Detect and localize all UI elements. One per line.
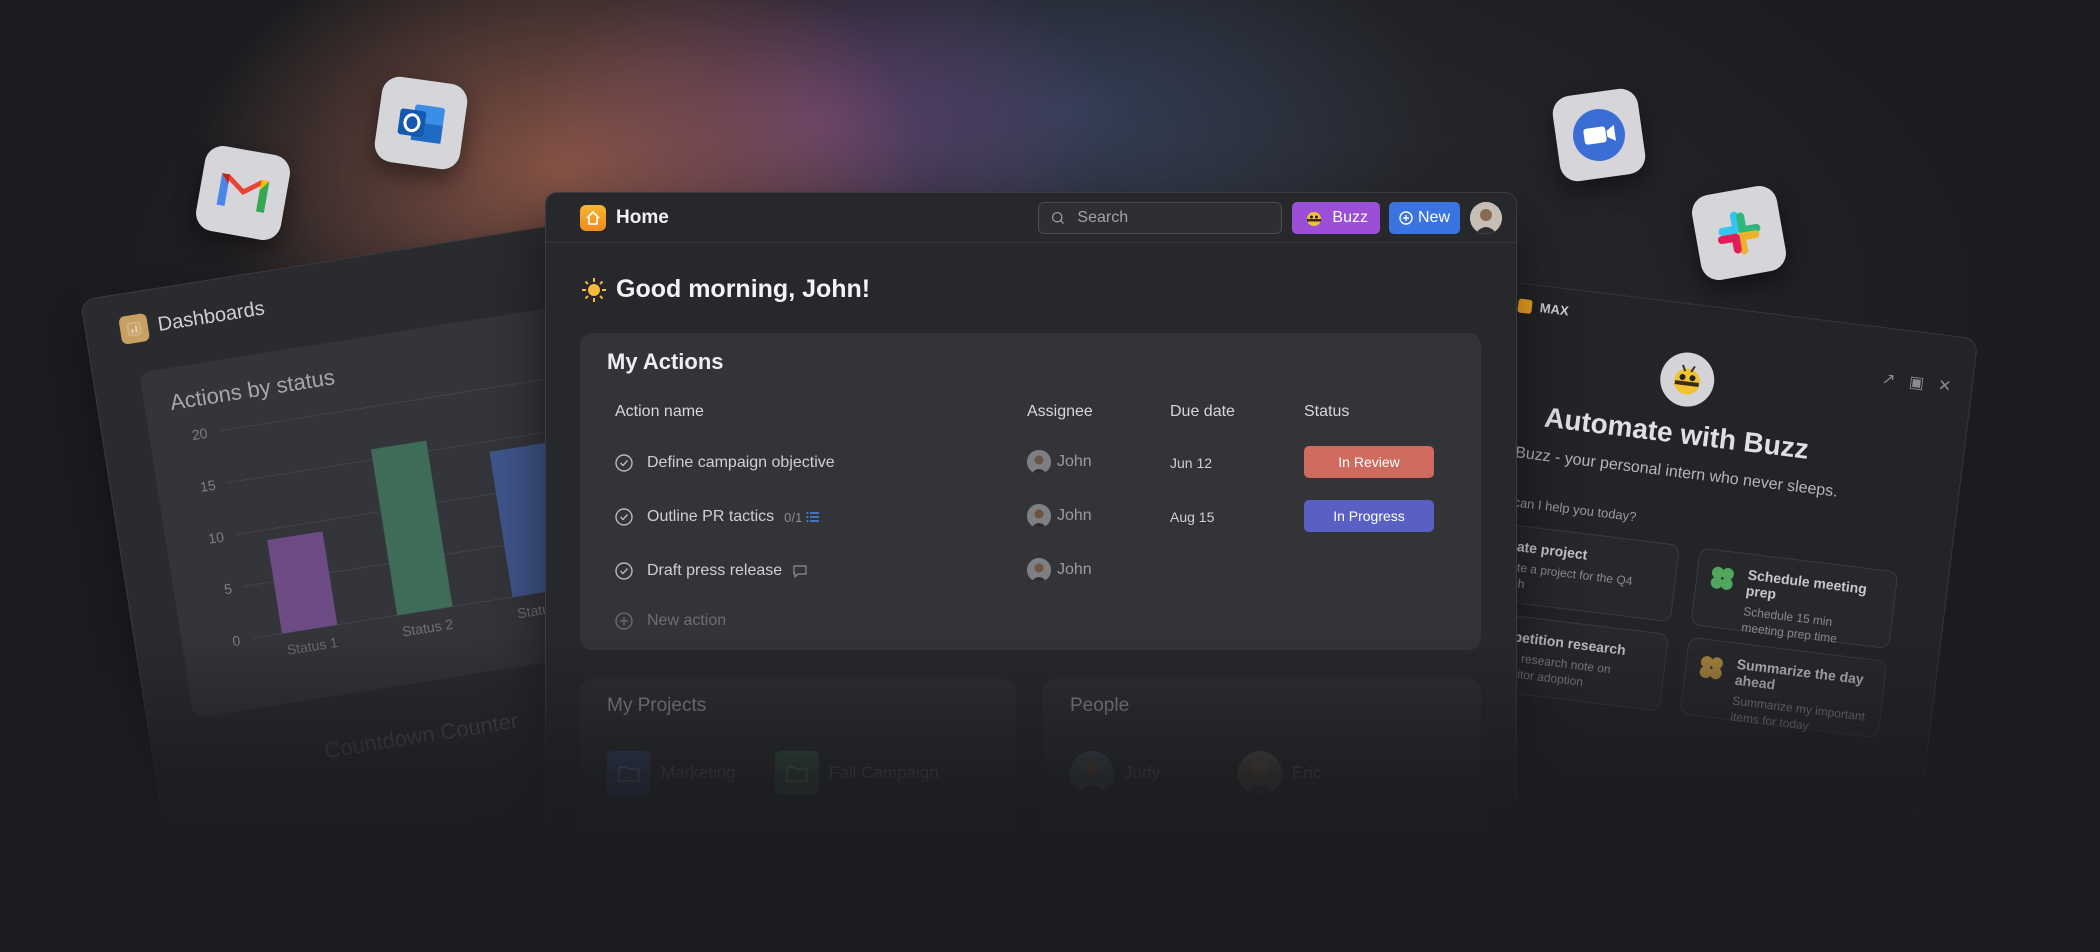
assignee[interactable]: John — [1027, 558, 1092, 582]
action-name[interactable]: Draft press release — [647, 562, 782, 580]
home-icon — [580, 204, 606, 231]
avatar — [1027, 450, 1051, 474]
due-date[interactable]: Aug 15 — [1170, 509, 1214, 525]
column-header-assignee[interactable]: Assignee — [1027, 403, 1093, 421]
y-tick-label: 15 — [199, 477, 217, 495]
y-tick-label: 10 — [207, 528, 225, 546]
bar[interactable] — [370, 440, 453, 616]
slack-icon — [1689, 183, 1789, 283]
person-name: Eric — [1292, 763, 1322, 782]
my-actions-panel: My Actions Action name Assignee Due date… — [580, 333, 1481, 650]
minimize-icon[interactable]: ▣ — [1908, 372, 1925, 394]
dashboard-logo-icon — [118, 312, 151, 345]
search-box[interactable] — [1038, 201, 1283, 234]
subtask-count[interactable]: 0/1 — [784, 510, 820, 525]
top-bar: Home Buzz New — [546, 193, 1516, 243]
greeting-text: Good morning, John! — [616, 275, 871, 303]
project-item[interactable]: Marketing — [607, 751, 736, 795]
avatar — [1027, 558, 1051, 582]
due-date[interactable]: Jun 12 — [1170, 455, 1212, 471]
new-action-label: New action — [647, 612, 727, 629]
person-name: Judy — [1124, 763, 1160, 782]
comment-icon — [793, 565, 807, 578]
person-item[interactable]: Judy — [1070, 751, 1160, 795]
table-row[interactable]: Outline PR tactics 0/1 John Aug 15 In Pr… — [580, 491, 1481, 545]
buzz-brand: MAX — [1539, 300, 1570, 319]
folder-icon — [775, 751, 819, 795]
check-circle-icon[interactable] — [615, 562, 633, 580]
buzz-button-label: Buzz — [1332, 208, 1368, 226]
page-title: Home — [616, 206, 669, 228]
dashboards-title: Dashboards — [156, 296, 267, 336]
assignee[interactable]: John — [1027, 504, 1092, 528]
status-badge[interactable]: In Review — [1304, 446, 1434, 478]
bee-icon — [1307, 211, 1322, 226]
my-projects-panel: My Projects Marketing Fall Campaign — [580, 679, 1016, 893]
x-tick-label: Status 2 — [401, 616, 454, 640]
x-tick-label: Status 1 — [286, 634, 339, 658]
person-item[interactable]: Eric — [1238, 751, 1321, 795]
new-action-button[interactable]: New action — [615, 612, 726, 630]
table-row[interactable]: Draft press release John — [580, 545, 1481, 599]
people-panel: People Judy Eric — [1043, 679, 1481, 893]
sun-icon — [582, 277, 606, 302]
column-header-due-date[interactable]: Due date — [1170, 403, 1235, 421]
check-circle-icon[interactable] — [615, 454, 633, 472]
open-external-icon[interactable]: ↗ — [1881, 368, 1897, 389]
max-logo-icon — [1517, 297, 1533, 314]
search-icon — [1052, 211, 1065, 224]
buzz-button[interactable]: Buzz — [1292, 201, 1380, 234]
avatar — [1027, 504, 1051, 528]
assignee-name: John — [1057, 561, 1092, 578]
folder-icon — [607, 751, 651, 795]
home-window: Home Buzz New Good morning, John! My Act… — [545, 192, 1517, 894]
action-name[interactable]: Outline PR tactics — [647, 508, 774, 526]
avatar — [1070, 751, 1114, 795]
plus-circle-icon — [615, 612, 633, 630]
checklist-icon — [806, 512, 820, 522]
outlook-icon — [372, 74, 470, 172]
clover-icon — [1699, 656, 1723, 680]
buzz-tile-schedule-meeting[interactable]: Schedule meeting prep Schedule 15 min me… — [1690, 547, 1899, 650]
gmail-icon — [193, 143, 293, 243]
y-tick-label: 0 — [231, 632, 241, 649]
dashboard-footer-text: Countdown Counter — [322, 707, 520, 764]
avatar — [1238, 751, 1282, 795]
people-title: People — [1070, 695, 1130, 716]
clover-icon — [1710, 566, 1734, 590]
column-header-status[interactable]: Status — [1304, 403, 1349, 421]
my-actions-title: My Actions — [607, 349, 724, 374]
action-name[interactable]: Define campaign objective — [647, 454, 835, 472]
buzz-tile-summarize-day[interactable]: Summarize the day ahead Summarize my imp… — [1679, 636, 1888, 739]
assignee-name: John — [1057, 507, 1092, 524]
assignee-name: John — [1057, 453, 1092, 470]
my-projects-title: My Projects — [607, 695, 707, 716]
new-button[interactable]: New — [1388, 201, 1460, 234]
buzz-bee-avatar — [1657, 349, 1718, 410]
new-button-label: New — [1417, 208, 1450, 226]
assignee[interactable]: John — [1027, 450, 1092, 474]
table-row[interactable]: Define campaign objective John Jun 12 In… — [580, 437, 1481, 491]
greeting: Good morning, John! — [580, 275, 870, 304]
bar[interactable] — [267, 531, 338, 634]
check-circle-icon[interactable] — [615, 508, 633, 526]
project-item[interactable]: Fall Campaign — [775, 751, 939, 795]
zoom-icon — [1550, 86, 1648, 184]
subtask-count-text: 0/1 — [784, 509, 803, 525]
status-badge[interactable]: In Progress — [1304, 500, 1434, 532]
y-tick-label: 5 — [223, 580, 233, 597]
project-name: Fall Campaign — [829, 763, 939, 782]
project-name: Marketing — [661, 763, 736, 782]
close-icon[interactable]: ✕ — [1937, 375, 1953, 396]
search-input[interactable] — [1075, 207, 1270, 228]
y-tick-label: 20 — [191, 425, 209, 443]
plus-circle-icon — [1399, 210, 1413, 225]
column-header-action-name[interactable]: Action name — [615, 403, 704, 421]
user-avatar[interactable] — [1470, 201, 1502, 234]
